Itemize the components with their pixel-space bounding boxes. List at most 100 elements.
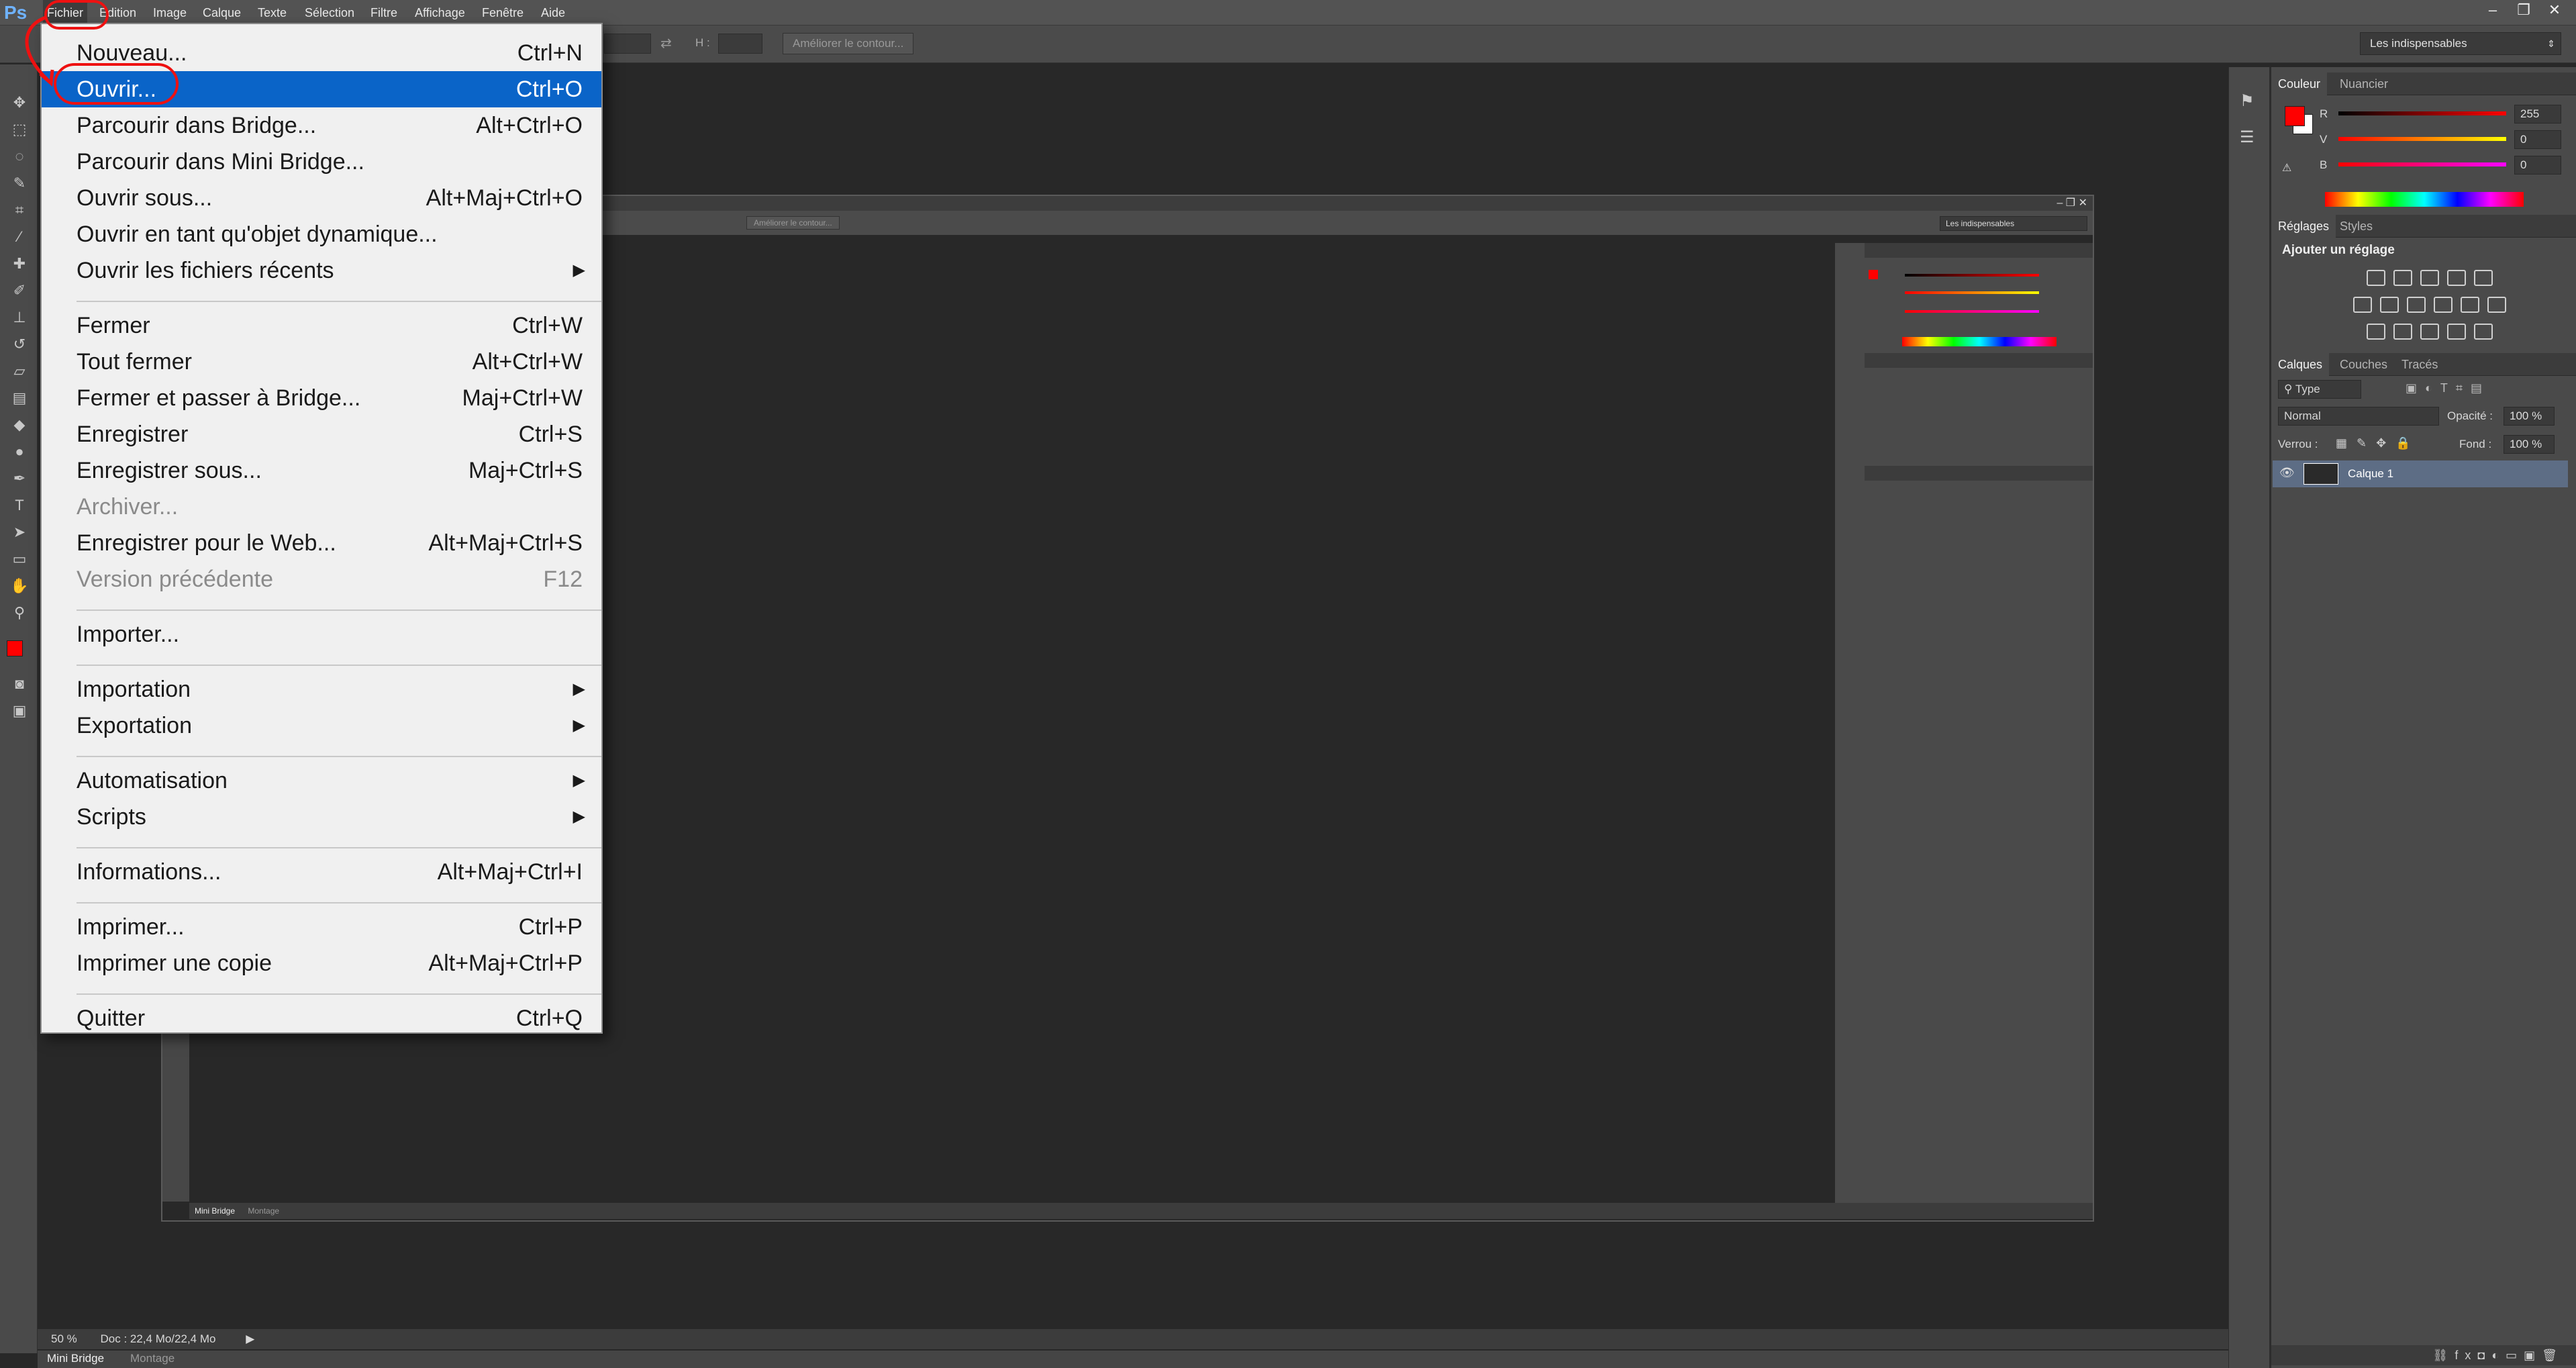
fill-value[interactable]: 100 %	[2504, 435, 2555, 454]
menu-selection[interactable]: Sélection	[305, 0, 354, 26]
layer-filter-select[interactable]: ⚲ Type	[2278, 380, 2361, 399]
swap-icon[interactable]: ⇄	[660, 35, 672, 52]
exposure-icon[interactable]	[2447, 270, 2466, 286]
color-lookup-icon[interactable]	[2487, 297, 2506, 313]
curves-icon[interactable]	[2420, 270, 2439, 286]
eye-icon[interactable]: 👁	[2279, 466, 2295, 480]
file-menu-item[interactable]: Enregistrer Ctrl+S	[42, 416, 601, 452]
file-menu-item[interactable]: Informations... Alt+Maj+Ctrl+I	[42, 854, 601, 890]
brightness-icon[interactable]	[2367, 270, 2385, 286]
file-menu-item[interactable]: Ouvrir en tant qu'objet dynamique...	[42, 216, 601, 252]
crop-tool-icon[interactable]: ⌗	[9, 200, 30, 220]
stamp-tool-icon[interactable]: ⊥	[9, 307, 30, 328]
file-menu-item[interactable]: Importation ▶	[42, 671, 601, 707]
lasso-tool-icon[interactable]: ◌	[9, 146, 30, 166]
properties-panel-icon[interactable]: ☰	[2240, 128, 2255, 147]
type-tool-icon[interactable]: T	[9, 495, 30, 516]
screen-mode-icon[interactable]: ▣	[9, 701, 30, 721]
history-panel-icon[interactable]: ⚑	[2240, 91, 2255, 111]
posterize-icon[interactable]	[2393, 324, 2412, 340]
color-balance-icon[interactable]	[2380, 297, 2399, 313]
layer-filter-icons[interactable]: ▣◐T⌗▤	[2406, 381, 2490, 395]
marquee-tool-icon[interactable]: ⬚	[9, 119, 30, 140]
file-menu-item[interactable]: Parcourir dans Bridge... Alt+Ctrl+O	[42, 107, 601, 144]
channel-b-slider[interactable]	[2338, 162, 2506, 166]
channel-mixer-icon[interactable]	[2461, 297, 2479, 313]
pen-tool-icon[interactable]: ✒	[9, 469, 30, 489]
refine-edge-button[interactable]: Améliorer le contour...	[783, 33, 914, 54]
tab-reglages[interactable]: Réglages	[2271, 215, 2336, 238]
file-menu-item[interactable]: Parcourir dans Mini Bridge...	[42, 144, 601, 180]
file-menu-item[interactable]: Fermer Ctrl+W	[42, 307, 601, 344]
restore-button[interactable]: ❐	[2509, 0, 2538, 20]
height-field[interactable]	[718, 34, 762, 54]
file-menu-item[interactable]: Exportation ▶	[42, 707, 601, 744]
layers-footer-icons[interactable]: ⛓fx◘◐▭▣🗑	[2271, 1345, 2576, 1365]
tab-traces[interactable]: Tracés	[2395, 353, 2444, 376]
healing-tool-icon[interactable]: ✚	[9, 254, 30, 274]
menu-aide[interactable]: Aide	[541, 0, 565, 26]
layer-row[interactable]: 👁 Calque 1	[2273, 460, 2568, 487]
file-menu-item[interactable]: Automatisation ▶	[42, 763, 601, 799]
channel-v-value[interactable]: 0	[2514, 130, 2561, 149]
tab-couleur[interactable]: Couleur	[2271, 72, 2328, 95]
eyedropper-tool-icon[interactable]: ⁄	[9, 227, 30, 247]
menu-texte[interactable]: Texte	[258, 0, 287, 26]
photo-filter-icon[interactable]	[2434, 297, 2453, 313]
gradient-map-icon[interactable]	[2474, 324, 2493, 340]
tab-couches[interactable]: Couches	[2333, 353, 2394, 376]
menu-filtre[interactable]: Filtre	[370, 0, 397, 26]
dodge-tool-icon[interactable]: ●	[9, 442, 30, 462]
file-menu-item[interactable]: Scripts ▶	[42, 799, 601, 835]
menu-affichage[interactable]: Affichage	[415, 0, 465, 26]
selective-color-icon[interactable]	[2447, 324, 2466, 340]
hand-tool-icon[interactable]: ✋	[9, 576, 30, 596]
vibrance-icon[interactable]	[2474, 270, 2493, 286]
levels-icon[interactable]	[2393, 270, 2412, 286]
lock-icons[interactable]: ▦✎✥🔒	[2336, 436, 2420, 450]
black-white-icon[interactable]	[2407, 297, 2426, 313]
zoom-level[interactable]: 50 %	[51, 1332, 77, 1345]
foreground-color-swatch[interactable]	[7, 640, 23, 656]
quick-select-tool-icon[interactable]: ✎	[9, 173, 30, 193]
file-menu-item[interactable]: Quitter Ctrl+Q	[42, 1000, 601, 1036]
menu-fenetre[interactable]: Fenêtre	[482, 0, 524, 26]
fg-color-chip[interactable]	[2285, 106, 2305, 126]
eraser-tool-icon[interactable]: ▱	[9, 361, 30, 381]
tab-nuancier[interactable]: Nuancier	[2333, 72, 2395, 95]
minimize-button[interactable]: –	[2478, 0, 2508, 20]
file-menu-item[interactable]: Fermer et passer à Bridge... Maj+Ctrl+W	[42, 380, 601, 416]
quick-mask-icon[interactable]: ◙	[9, 674, 30, 694]
path-select-tool-icon[interactable]: ➤	[9, 522, 30, 542]
menu-calque[interactable]: Calque	[203, 0, 241, 26]
blend-mode-select[interactable]: Normal	[2278, 407, 2439, 426]
menu-image[interactable]: Image	[153, 0, 187, 26]
file-menu-item[interactable]: Importer...	[42, 616, 601, 652]
file-menu-item[interactable]: Enregistrer pour le Web... Alt+Maj+Ctrl+S	[42, 525, 601, 561]
workspace-select[interactable]: Les indispensables ⇕	[2360, 32, 2561, 55]
channel-r-slider[interactable]	[2338, 111, 2506, 115]
channel-v-slider[interactable]	[2338, 137, 2506, 141]
shape-tool-icon[interactable]: ▭	[9, 549, 30, 569]
history-brush-tool-icon[interactable]: ↺	[9, 334, 30, 354]
threshold-icon[interactable]	[2420, 324, 2439, 340]
tab-mini-bridge[interactable]: Mini Bridge	[47, 1352, 104, 1365]
invert-icon[interactable]	[2367, 324, 2385, 340]
file-menu-item[interactable]: Imprimer une copie Alt+Maj+Ctrl+P	[42, 945, 601, 981]
file-menu-item[interactable]: Enregistrer sous... Maj+Ctrl+S	[42, 452, 601, 489]
width-field[interactable]	[604, 34, 651, 54]
file-menu-item[interactable]: Imprimer... Ctrl+P	[42, 909, 601, 945]
color-spectrum-bar[interactable]	[2325, 192, 2524, 207]
tab-styles[interactable]: Styles	[2333, 215, 2379, 238]
zoom-tool-icon[interactable]: ⚲	[9, 603, 30, 623]
move-tool-icon[interactable]: ✥	[9, 93, 30, 113]
hue-saturation-icon[interactable]	[2353, 297, 2372, 313]
tab-calques[interactable]: Calques	[2271, 353, 2330, 376]
brush-tool-icon[interactable]: ✐	[9, 281, 30, 301]
gradient-tool-icon[interactable]: ▤	[9, 388, 30, 408]
tab-montage[interactable]: Montage	[130, 1352, 175, 1365]
opacity-value[interactable]: 100 %	[2504, 407, 2555, 426]
close-button[interactable]: ✕	[2540, 0, 2569, 20]
file-menu-item[interactable]: Ouvrir les fichiers récents ▶	[42, 252, 601, 289]
file-menu-item[interactable]: Tout fermer Alt+Ctrl+W	[42, 344, 601, 380]
